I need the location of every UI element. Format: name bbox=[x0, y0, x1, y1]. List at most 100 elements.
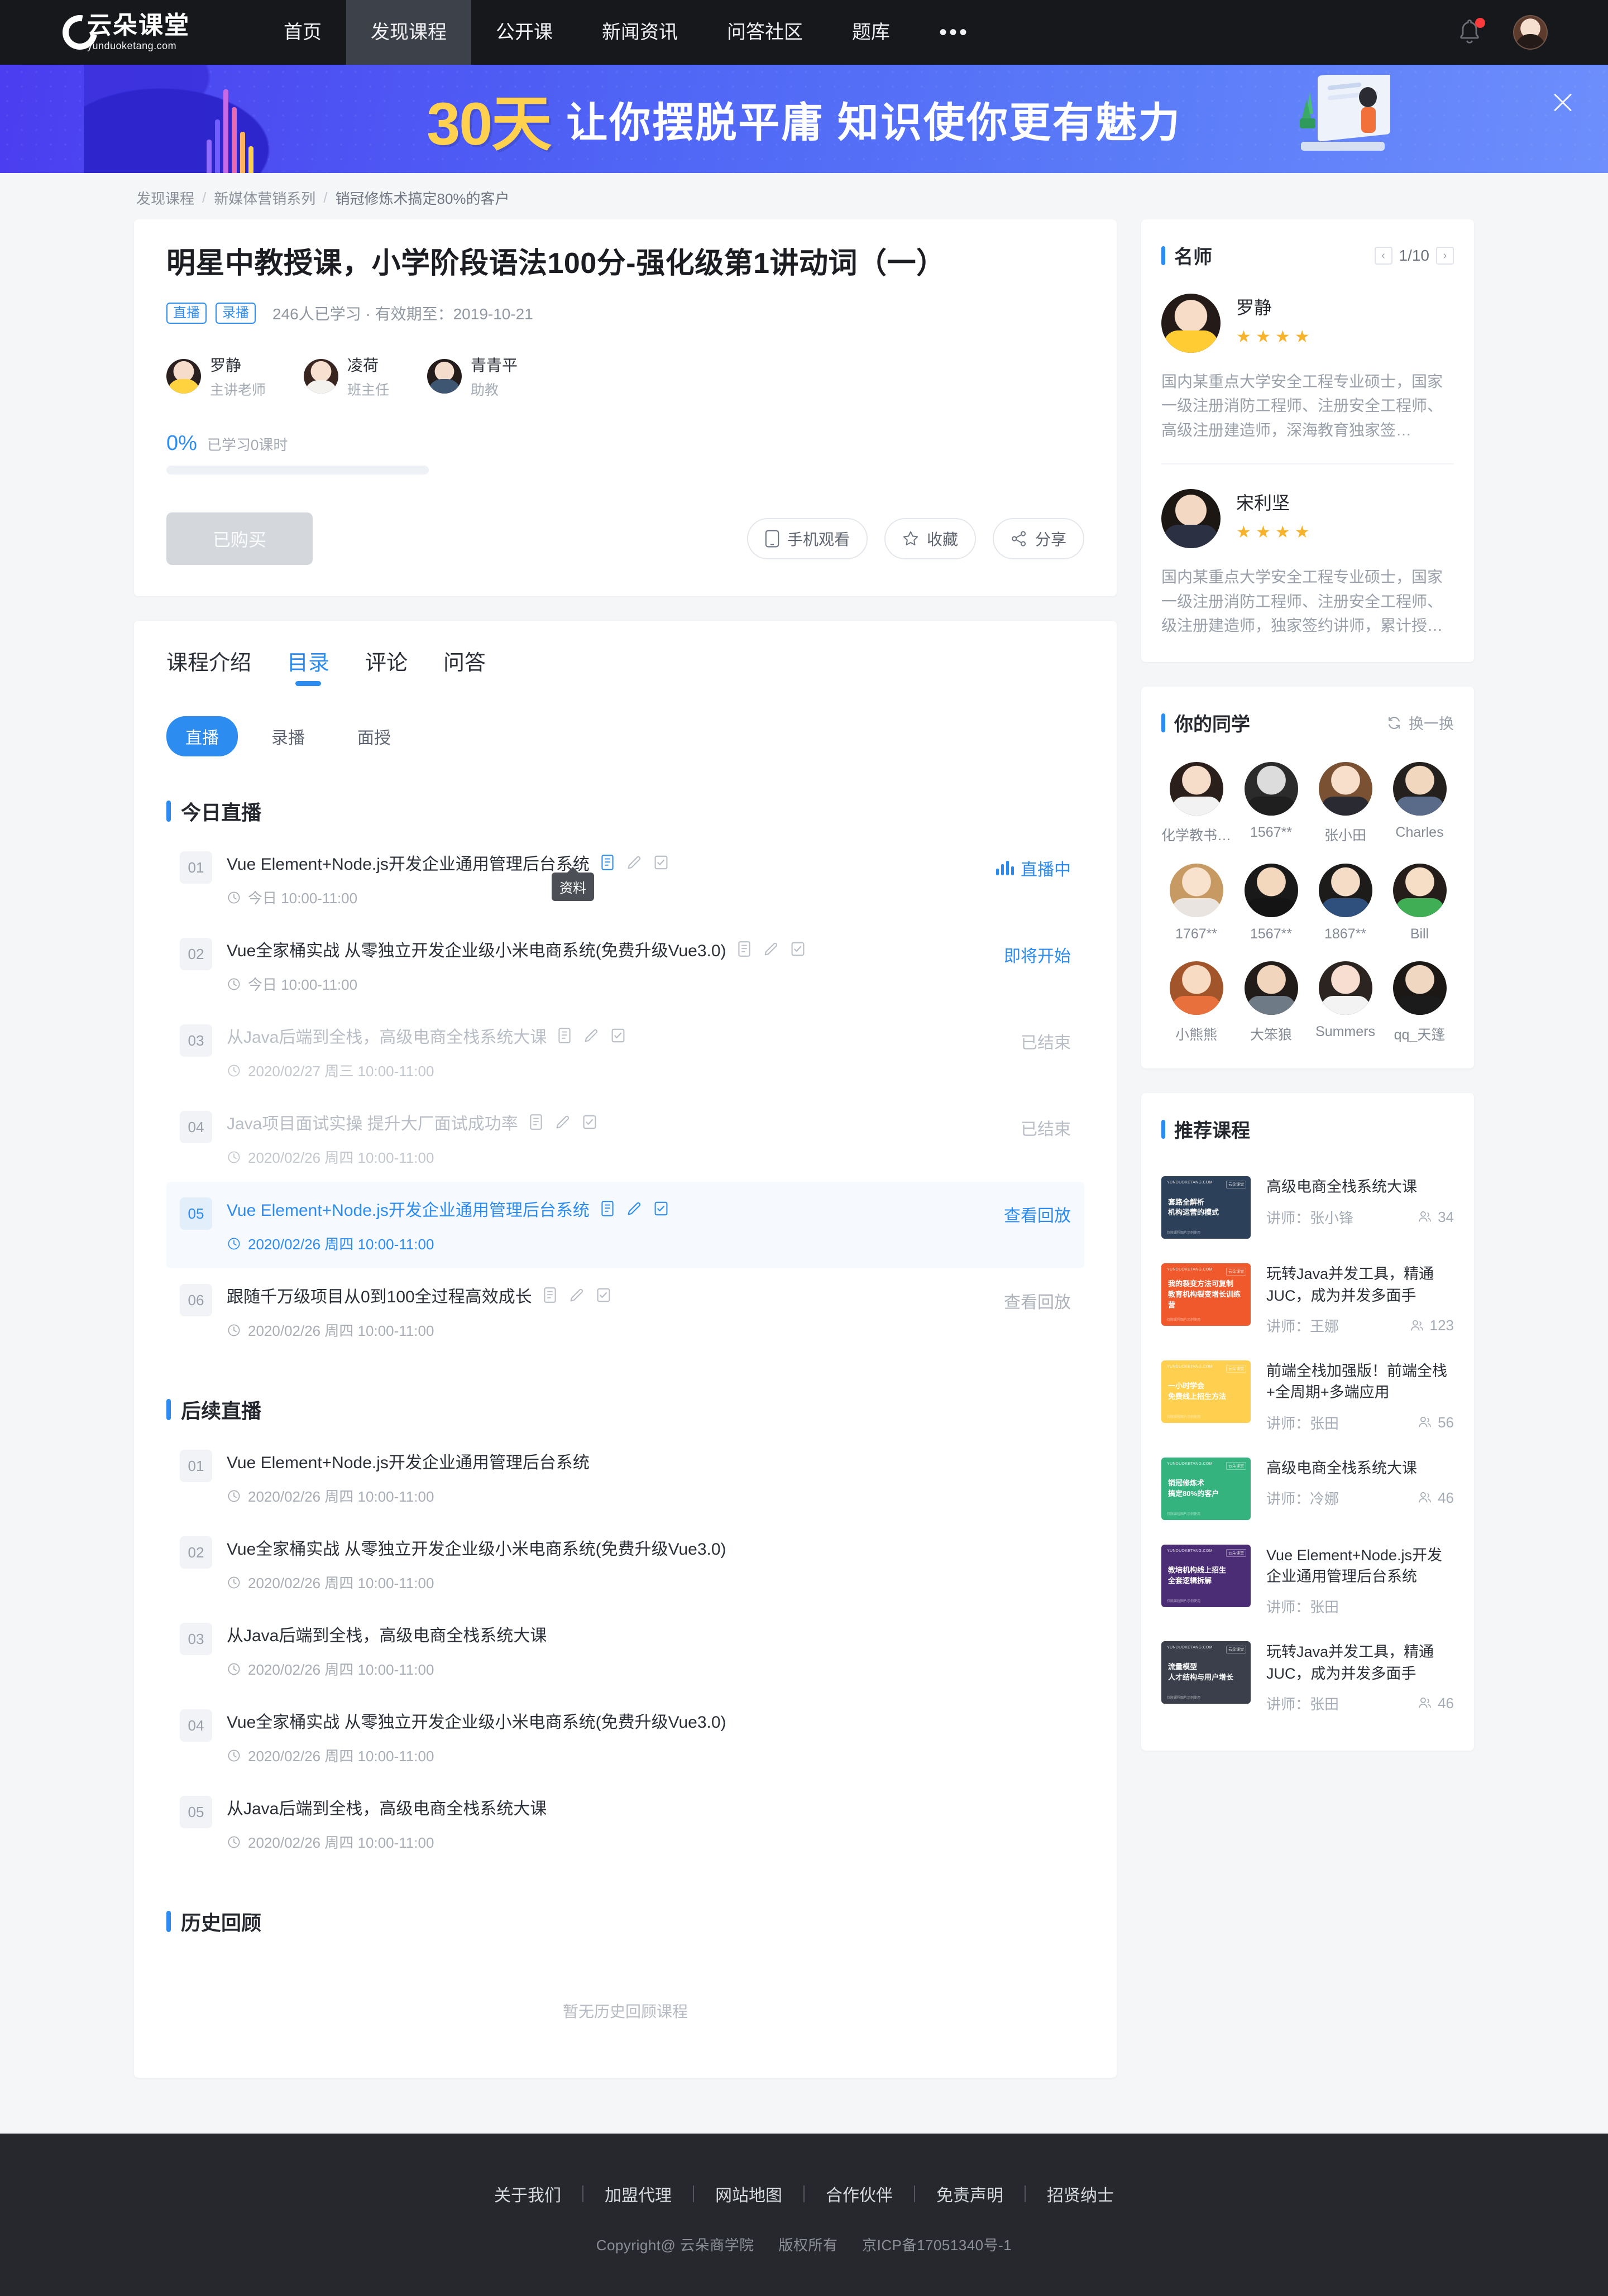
footer-link[interactable]: 关于我们 bbox=[473, 2182, 582, 2206]
lesson-status[interactable]: 查看回放 bbox=[1004, 1283, 1071, 1313]
recommended-course-item[interactable]: YUNDUOKETANG.COM 云朵课堂 我的裂变方法可复制 教育机构裂变增长… bbox=[1161, 1251, 1454, 1348]
material-icon[interactable] bbox=[735, 940, 753, 958]
share-button[interactable]: 分享 bbox=[993, 518, 1085, 560]
nav-item-home[interactable]: 首页 bbox=[259, 0, 346, 65]
material-icon[interactable] bbox=[599, 1200, 616, 1217]
material-icon[interactable] bbox=[527, 1113, 545, 1131]
lesson-title[interactable]: Vue全家桶实战 从零独立开发企业级小米电商系统(免费升级Vue3.0) bbox=[227, 1535, 726, 1560]
classmate-item[interactable]: 张小田 bbox=[1311, 762, 1380, 845]
exam-icon[interactable] bbox=[789, 940, 807, 958]
homework-icon[interactable] bbox=[568, 1286, 586, 1304]
favorite-button[interactable]: 收藏 bbox=[884, 518, 977, 560]
recommended-course-name[interactable]: 玩转Java并发工具，精通JUC，成为并发多面手 bbox=[1266, 1641, 1454, 1684]
classmate-item[interactable]: 大笨狼 bbox=[1237, 961, 1305, 1044]
classmate-item[interactable]: Bill bbox=[1385, 864, 1454, 942]
lesson-row[interactable]: 01 Vue Element+Node.js开发企业通用管理后台系统 今日 10… bbox=[166, 836, 1084, 922]
chevron-right-icon[interactable]: › bbox=[1436, 246, 1454, 265]
lesson-title[interactable]: Java项目面试实操 提升大厂面试成功率 bbox=[227, 1110, 518, 1134]
lesson-row[interactable]: 03 从Java后端到全栈，高级电商全栈系统大课 2020/02/26 周四 1… bbox=[166, 1607, 1084, 1694]
classmate-item[interactable]: qq_天篷 bbox=[1385, 961, 1454, 1044]
lesson-row[interactable]: 05 从Java后端到全栈，高级电商全栈系统大课 2020/02/26 周四 1… bbox=[166, 1780, 1084, 1867]
nav-item-open-class[interactable]: 公开课 bbox=[471, 0, 577, 65]
nav-item-question-bank[interactable]: 题库 bbox=[827, 0, 915, 65]
recommended-course-name[interactable]: Vue Element+Node.js开发企业通用管理后台系统 bbox=[1266, 1545, 1454, 1588]
teacher-card[interactable]: 罗静 ★ ★ ★ ★ bbox=[1161, 294, 1454, 353]
teacher-card[interactable]: 宋利坚 ★ ★ ★ ★ bbox=[1161, 489, 1454, 549]
lesson-row[interactable]: 06 跟随千万级项目从0到100全过程高效成长 2020/02/26 周四 10… bbox=[166, 1268, 1084, 1355]
refresh-classmates-button[interactable]: 换一换 bbox=[1386, 712, 1454, 734]
nav-more-icon[interactable]: ••• bbox=[915, 0, 994, 65]
footer-link[interactable]: 招贤纳士 bbox=[1026, 2182, 1135, 2206]
subtab-offline[interactable]: 面授 bbox=[338, 716, 410, 756]
material-icon[interactable] bbox=[541, 1286, 559, 1304]
tab-comments[interactable]: 评论 bbox=[365, 645, 408, 686]
homework-icon[interactable] bbox=[582, 1027, 600, 1044]
recommended-course-item[interactable]: YUNDUOKETANG.COM 云朵课堂 销冠修炼术 搞定80%的客户 仅限课… bbox=[1161, 1445, 1454, 1532]
lesson-title[interactable]: 从Java后端到全栈，高级电商全栈系统大课 bbox=[227, 1023, 547, 1048]
nav-item-news[interactable]: 新闻资讯 bbox=[577, 0, 702, 65]
lesson-title[interactable]: Vue Element+Node.js开发企业通用管理后台系统 bbox=[227, 850, 590, 875]
exam-icon[interactable] bbox=[609, 1027, 627, 1044]
banner-close-icon[interactable] bbox=[1550, 89, 1576, 115]
lesson-row[interactable]: 04 Java项目面试实操 提升大厂面试成功率 2020/02/26 周四 10… bbox=[166, 1095, 1084, 1182]
recommended-course-name[interactable]: 玩转Java并发工具，精通JUC，成为并发多面手 bbox=[1266, 1263, 1454, 1306]
material-icon[interactable] bbox=[556, 1027, 573, 1044]
lesson-title[interactable]: Vue全家桶实战 从零独立开发企业级小米电商系统(免费升级Vue3.0) bbox=[227, 937, 726, 961]
tab-course-intro[interactable]: 课程介绍 bbox=[166, 645, 251, 686]
classmate-item[interactable]: 化学教书… bbox=[1161, 762, 1231, 845]
footer-link[interactable]: 合作伙伴 bbox=[805, 2182, 914, 2206]
homework-icon[interactable] bbox=[625, 854, 643, 871]
tab-qa[interactable]: 问答 bbox=[443, 645, 486, 686]
recommended-course-name[interactable]: 高级电商全栈系统大课 bbox=[1266, 1176, 1454, 1197]
recommended-course-name[interactable]: 前端全栈加强版！前端全栈+全周期+多端应用 bbox=[1266, 1360, 1454, 1403]
chevron-left-icon[interactable]: ‹ bbox=[1374, 246, 1392, 265]
classmate-item[interactable]: 1567** bbox=[1237, 864, 1305, 942]
tab-catalog[interactable]: 目录 bbox=[287, 645, 329, 686]
mobile-watch-button[interactable]: 手机观看 bbox=[747, 518, 868, 560]
lesson-title[interactable]: 跟随千万级项目从0到100全过程高效成长 bbox=[227, 1283, 532, 1307]
exam-icon[interactable] bbox=[595, 1286, 612, 1304]
site-logo[interactable]: 云朵课堂 yunduoketang.com bbox=[55, 8, 230, 57]
footer-link[interactable]: 加盟代理 bbox=[583, 2182, 693, 2206]
homework-icon[interactable] bbox=[762, 940, 780, 958]
recommended-course-name[interactable]: 高级电商全栈系统大课 bbox=[1266, 1458, 1454, 1479]
lesson-title[interactable]: Vue全家桶实战 从零独立开发企业级小米电商系统(免费升级Vue3.0) bbox=[227, 1708, 726, 1733]
notification-bell-button[interactable] bbox=[1456, 18, 1485, 47]
exam-icon[interactable] bbox=[652, 1200, 670, 1217]
classmate-item[interactable]: 1567** bbox=[1237, 762, 1305, 845]
teacher-item[interactable]: 罗静 主讲老师 bbox=[166, 353, 266, 399]
subtab-live[interactable]: 直播 bbox=[166, 716, 238, 757]
nav-item-qa-community[interactable]: 问答社区 bbox=[702, 0, 827, 65]
lesson-status[interactable]: 即将开始 bbox=[1004, 937, 1071, 967]
classmate-item[interactable]: 小熊熊 bbox=[1161, 961, 1231, 1044]
teacher-item[interactable]: 青青平 助教 bbox=[427, 353, 518, 399]
lesson-row[interactable]: 02 Vue全家桶实战 从零独立开发企业级小米电商系统(免费升级Vue3.0) … bbox=[166, 1521, 1084, 1607]
lesson-row[interactable]: 01 Vue Element+Node.js开发企业通用管理后台系统 2020/… bbox=[166, 1434, 1084, 1521]
classmate-item[interactable]: 1867** bbox=[1311, 864, 1380, 942]
lesson-title[interactable]: 从Java后端到全栈，高级电商全栈系统大课 bbox=[227, 1795, 547, 1819]
recommended-course-item[interactable]: YUNDUOKETANG.COM 云朵课堂 套路全解析 机构运营的模式 仅限课程… bbox=[1161, 1164, 1454, 1251]
recommended-course-item[interactable]: YUNDUOKETANG.COM 云朵课堂 教培机构线上招生 全套逻辑拆解 仅限… bbox=[1161, 1532, 1454, 1629]
nav-item-discover-courses[interactable]: 发现课程 bbox=[346, 0, 471, 65]
subtab-recorded[interactable]: 录播 bbox=[252, 716, 324, 756]
user-avatar[interactable] bbox=[1513, 15, 1548, 50]
homework-icon[interactable] bbox=[625, 1200, 643, 1217]
promo-banner[interactable]: 30天 让你摆脱平庸 知识使你更有魅力 bbox=[0, 65, 1608, 173]
material-icon[interactable] bbox=[599, 854, 616, 871]
lesson-row[interactable]: 05 Vue Element+Node.js开发企业通用管理后台系统 2020/… bbox=[166, 1182, 1085, 1269]
classmate-item[interactable]: Charles bbox=[1385, 762, 1454, 845]
breadcrumb-item-1[interactable]: 发现课程 bbox=[136, 188, 194, 208]
lesson-row[interactable]: 03 从Java后端到全栈，高级电商全栈系统大课 2020/02/27 周三 1… bbox=[166, 1009, 1084, 1095]
lesson-title[interactable]: 从Java后端到全栈，高级电商全栈系统大课 bbox=[227, 1622, 547, 1646]
footer-link[interactable]: 网站地图 bbox=[694, 2182, 803, 2206]
breadcrumb-item-2[interactable]: 新媒体营销系列 bbox=[214, 188, 315, 208]
classmate-item[interactable]: 1767** bbox=[1161, 864, 1231, 942]
classmate-item[interactable]: Summers bbox=[1311, 961, 1380, 1044]
lesson-title[interactable]: Vue Element+Node.js开发企业通用管理后台系统 bbox=[227, 1449, 590, 1473]
homework-icon[interactable] bbox=[554, 1113, 572, 1131]
footer-link[interactable]: 免责声明 bbox=[915, 2182, 1025, 2206]
exam-icon[interactable] bbox=[652, 854, 670, 871]
recommended-course-item[interactable]: YUNDUOKETANG.COM 云朵课堂 一小时学会 免费线上招生方法 仅限课… bbox=[1161, 1348, 1454, 1445]
recommended-course-item[interactable]: YUNDUOKETANG.COM 云朵课堂 流量模型 人才结构与用户增长 仅限课… bbox=[1161, 1629, 1454, 1726]
lesson-row[interactable]: 04 Vue全家桶实战 从零独立开发企业级小米电商系统(免费升级Vue3.0) … bbox=[166, 1694, 1084, 1780]
